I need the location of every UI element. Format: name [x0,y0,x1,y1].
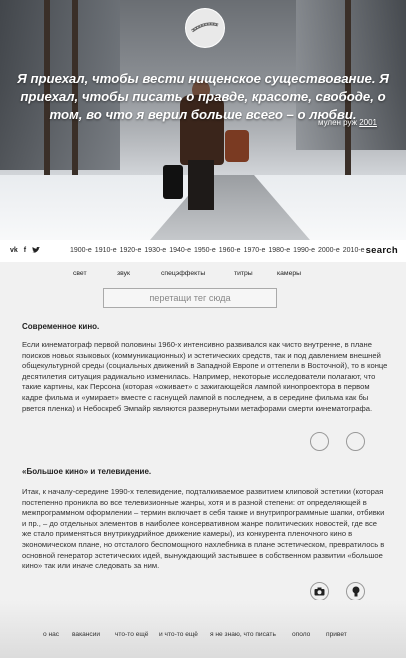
hero-quote: Я приехал, чтобы вести нищенское существ… [17,71,389,122]
decade-links: 1900-е 1910-е 1920-е 1930-е 1940-е 1950-… [70,247,365,254]
decade-link[interactable]: 1910-е [95,247,117,254]
tag-cameras[interactable]: камеры [277,270,301,277]
quote-source-title: мулен руж [317,118,357,127]
tag-dropzone[interactable]: перетащи тег сюда [103,288,277,308]
decade-link[interactable]: 1900-е [70,247,92,254]
decade-link[interactable]: 1960-е [219,247,241,254]
quote-source: мулен руж 2001 [318,118,377,127]
tag-light[interactable]: свет [73,270,87,277]
tag-effects[interactable]: спецэффекты [161,270,205,277]
footer-link-jobs[interactable]: вакансии [72,631,100,638]
footer-link[interactable]: и что-то ещё [159,631,198,638]
decade-link[interactable]: 1940-е [169,247,191,254]
decade-link[interactable]: 1970-е [244,247,266,254]
social-links: vk f [10,246,41,256]
tag-sound[interactable]: звук [117,270,130,277]
film-logo-icon [191,22,219,33]
decade-link[interactable]: 1930-е [144,247,166,254]
article-title: Современное кино. [22,322,100,331]
twitter-icon[interactable] [32,246,41,256]
decade-link[interactable]: 1920-е [120,247,142,254]
footer-link[interactable]: ополо [292,631,310,638]
camera-icon [314,587,325,596]
decade-link[interactable]: 1980-е [268,247,290,254]
footer [0,600,406,658]
search-link[interactable]: search [366,245,398,256]
decade-link[interactable]: 1950-е [194,247,216,254]
footer-link[interactable]: привет [326,631,347,638]
decade-navbar: vk f 1900-е 1910-е 1920-е 1930-е 1940-е … [0,240,406,262]
lightbulb-icon [352,586,359,597]
action-circle-button[interactable] [346,432,365,451]
person-legs [188,160,214,210]
decade-link[interactable]: 2000-е [318,247,340,254]
hero-banner: Я приехал, чтобы вести нищенское существ… [0,0,406,240]
lightbulb-button[interactable] [346,582,365,601]
quote-source-year[interactable]: 2001 [359,118,377,127]
tag-titles[interactable]: титры [234,270,253,277]
facebook-icon[interactable]: f [24,247,26,256]
decade-link[interactable]: 1990-е [293,247,315,254]
footer-link-about[interactable]: о нас [43,631,59,638]
footer-link[interactable]: я не знаю, что писать [210,631,276,638]
article-body: Если кинематограф первой половины 1960-х… [22,340,388,413]
article-body: Итак, к началу-середине 1990-х телевиден… [22,487,385,571]
vk-icon[interactable]: vk [10,247,18,256]
article-title: «Большое кино» и телевидение. [22,467,152,476]
action-circle-button[interactable] [310,432,329,451]
site-logo[interactable] [185,8,225,48]
bag [225,130,249,162]
camera-button[interactable] [310,582,329,601]
decade-link[interactable]: 2010-е [343,247,365,254]
suitcase [163,165,183,199]
footer-link[interactable]: что-то ещё [115,631,148,638]
